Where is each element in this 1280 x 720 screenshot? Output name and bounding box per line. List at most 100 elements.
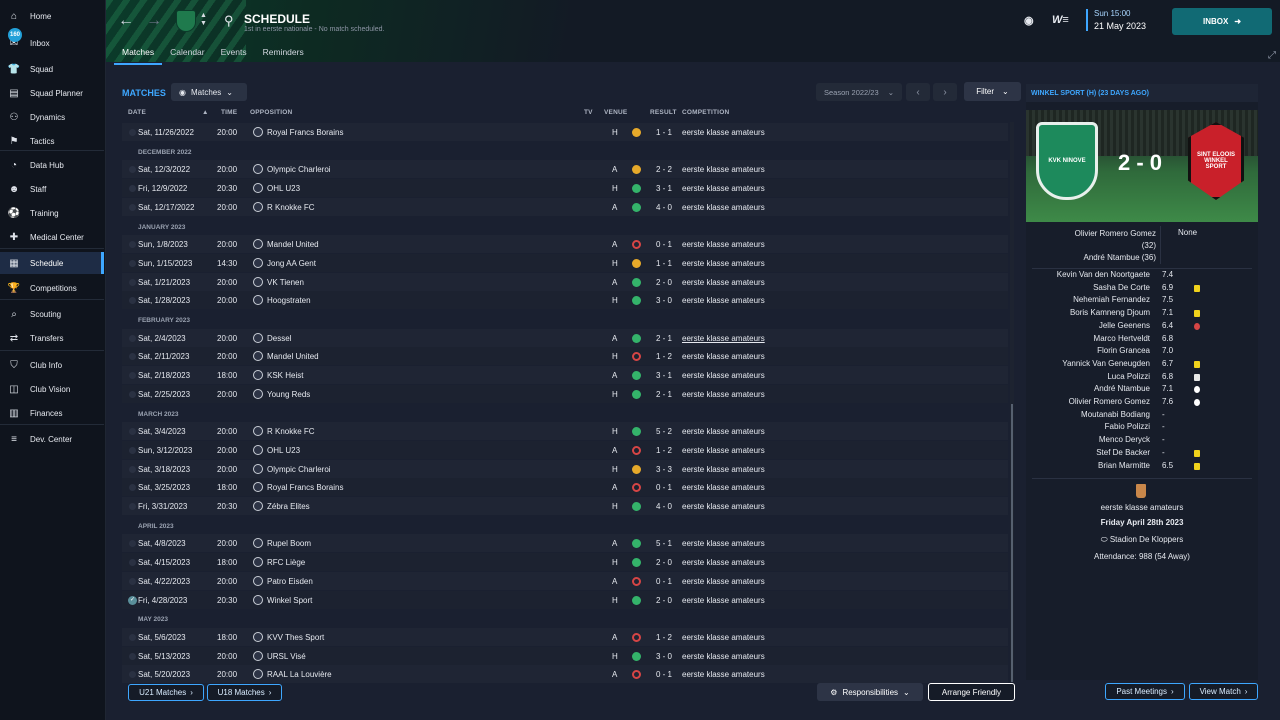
match-competition[interactable]: eerste klasse amateurs xyxy=(682,203,765,212)
opponent-name[interactable]: URSL Visé xyxy=(267,652,306,661)
match-row[interactable]: Sat, 2/18/2023 18:00 KSK Heist A 3 - 1 eerste… xyxy=(122,366,1008,385)
sidebar-item-schedule[interactable]: ▦ Schedule xyxy=(0,252,104,274)
match-row[interactable]: Sat, 1/28/2023 20:00 Hoogstraten H 3 - 0 eers… xyxy=(122,291,1008,310)
prev-season-button[interactable]: ‹ xyxy=(906,83,930,101)
match-competition[interactable]: eerste klasse amateurs xyxy=(682,558,765,567)
sidebar-item-dynamics[interactable]: ⚇ Dynamics xyxy=(0,106,104,128)
sidebar-item-medical-center[interactable]: ✚ Medical Center xyxy=(0,226,104,248)
match-row[interactable]: Fri, 12/9/2022 20:30 OHL U23 H 3 - 1 eerste k… xyxy=(122,179,1008,198)
sidebar-item-transfers[interactable]: ⇄ Transfers xyxy=(0,327,104,349)
competition-name[interactable]: eerste klasse amateurs xyxy=(1026,503,1258,512)
lineup-player[interactable]: Fabio Polizzi - xyxy=(1026,422,1258,434)
club-crest-icon[interactable] xyxy=(176,10,196,32)
match-row[interactable]: Sat, 2/25/2023 20:00 Young Reds H 2 - 1 eerst… xyxy=(122,384,1008,403)
opponent-name[interactable]: KSK Heist xyxy=(267,371,303,380)
opponent-name[interactable]: Jong AA Gent xyxy=(267,259,316,268)
scrollbar-thumb[interactable] xyxy=(1011,404,1013,682)
lineup-player[interactable]: Stef De Backer - xyxy=(1026,448,1258,460)
sidebar-item-home[interactable]: ⌂ Home xyxy=(0,5,104,27)
lineup-player[interactable]: André Ntambue 7.1 xyxy=(1026,384,1258,396)
opponent-name[interactable]: Mandel United xyxy=(267,240,319,249)
match-row[interactable]: Sat, 12/3/2022 20:00 Olympic Charleroi A 2 -… xyxy=(122,160,1008,179)
opponent-name[interactable]: Zébra Elites xyxy=(267,502,310,511)
col-tv[interactable]: TV xyxy=(584,109,593,116)
fm-logo-icon[interactable]: W≡ xyxy=(1052,14,1069,26)
sidebar-item-staff[interactable]: ☻ Staff xyxy=(0,178,104,200)
lineup-player[interactable]: Luca Polizzi 6.8 xyxy=(1026,372,1258,384)
match-competition[interactable]: eerste klasse amateurs xyxy=(682,334,765,343)
lineup-player[interactable]: Yannick Van Geneugden 6.7 xyxy=(1026,359,1258,371)
opponent-name[interactable]: Rupel Boom xyxy=(267,539,311,548)
opponent-name[interactable]: Winkel Sport xyxy=(267,596,312,605)
col-opposition[interactable]: OPPOSITION xyxy=(250,109,292,116)
lineup-player[interactable]: Sasha De Corte 6.9 xyxy=(1026,283,1258,295)
sidebar-item-competitions[interactable]: 🏆 Competitions xyxy=(0,277,104,299)
match-competition[interactable]: eerste klasse amateurs xyxy=(682,652,765,661)
past-meetings-button[interactable]: Past Meetings › xyxy=(1105,683,1185,700)
lineup-player[interactable]: Boris Kamneng Djoum 7.1 xyxy=(1026,308,1258,320)
opponent-name[interactable]: RAAL La Louvière xyxy=(267,670,332,679)
match-competition[interactable]: eerste klasse amateurs xyxy=(682,371,765,380)
sidebar-item-finances[interactable]: ▥ Finances xyxy=(0,402,104,424)
match-row[interactable]: Fri, 3/31/2023 20:30 Zébra Elites H 4 - 0 eer… xyxy=(122,497,1008,515)
opponent-name[interactable]: Patro Eisden xyxy=(267,577,313,586)
match-row[interactable]: Sat, 3/18/2023 20:00 Olympic Charleroi H 3 -… xyxy=(122,459,1008,478)
match-competition[interactable]: eerste klasse amateurs xyxy=(682,633,765,642)
lineup-player[interactable]: Nehemiah Fernandez 7.5 xyxy=(1026,295,1258,307)
match-competition[interactable]: eerste klasse amateurs xyxy=(682,539,765,548)
match-competition[interactable]: eerste klasse amateurs xyxy=(682,670,765,679)
sidebar-item-data-hub[interactable]: ◔ Data Hub xyxy=(0,154,104,176)
sidebar-item-dev-center[interactable]: ≡ Dev. Center xyxy=(0,428,104,450)
match-row[interactable]: Sun, 3/12/2023 20:00 OHL U23 A 1 - 2 eerste k… xyxy=(122,440,1008,459)
tab-reminders[interactable]: Reminders xyxy=(255,44,312,65)
forward-arrow-icon[interactable]: → xyxy=(146,12,162,30)
opponent-name[interactable]: R Knokke FC xyxy=(267,203,315,212)
opponent-name[interactable]: Mandel United xyxy=(267,352,319,361)
opponent-name[interactable]: VK Tienen xyxy=(267,278,304,287)
match-row[interactable]: Sat, 3/4/2023 20:00 R Knokke FC H 5 - 2 eerst… xyxy=(122,422,1008,441)
match-row[interactable]: Sun, 1/8/2023 20:00 Mandel United A 0 - 1 eer… xyxy=(122,235,1008,254)
col-competition[interactable]: COMPETITION xyxy=(682,109,729,116)
opponent-name[interactable]: Olympic Charleroi xyxy=(267,465,331,474)
opponent-name[interactable]: Hoogstraten xyxy=(267,296,311,305)
match-row[interactable]: Sat, 5/20/2023 20:00 RAAL La Louvière A 0 - … xyxy=(122,665,1008,684)
tab-events[interactable]: Events xyxy=(213,44,255,65)
lineup-player[interactable]: Florin Grancea 7.0 xyxy=(1026,346,1258,358)
col-result[interactable]: RESULT xyxy=(650,109,677,116)
opponent-name[interactable]: Olympic Charleroi xyxy=(267,165,331,174)
opponent-name[interactable]: Royal Francs Borains xyxy=(267,483,343,492)
match-competition[interactable]: eerste klasse amateurs xyxy=(682,296,765,305)
opponent-name[interactable]: R Knokke FC xyxy=(267,427,315,436)
match-row[interactable]: Sat, 2/11/2023 20:00 Mandel United H 1 - 2 ee… xyxy=(122,347,1008,366)
match-competition[interactable]: eerste klasse amateurs xyxy=(682,446,765,455)
sidebar-item-inbox[interactable]: ✉ 160 Inbox xyxy=(0,28,104,54)
opponent-name[interactable]: RFC Liège xyxy=(267,558,305,567)
next-season-button[interactable]: › xyxy=(933,83,957,101)
expand-icon[interactable]: ⤢ xyxy=(1268,50,1276,61)
col-venue[interactable]: VENUE xyxy=(604,109,627,116)
match-competition[interactable]: eerste klasse amateurs xyxy=(682,577,765,586)
arrange-friendly-button[interactable]: Arrange Friendly xyxy=(928,683,1015,701)
opponent-name[interactable]: Young Reds xyxy=(267,390,310,399)
inbox-button[interactable]: INBOX ➜ xyxy=(1172,8,1272,35)
match-row[interactable]: Sat, 2/4/2023 20:00 Dessel A 2 - 1 eerste kla… xyxy=(122,328,1008,347)
sidebar-item-club-info[interactable]: ⛉ Club Info xyxy=(0,354,104,376)
lineup-player[interactable]: Menco Deryck - xyxy=(1026,435,1258,447)
lineup-player[interactable]: Marco Hertveldt 6.8 xyxy=(1026,334,1258,346)
opponent-name[interactable]: Royal Francs Borains xyxy=(267,128,343,137)
filter-button[interactable]: Filter ⌄ xyxy=(964,82,1021,101)
match-competition[interactable]: eerste klasse amateurs xyxy=(682,352,765,361)
lineup-player[interactable]: Jelle Geenens 6.4 xyxy=(1026,321,1258,333)
view-dropdown[interactable]: ◉ Matches ⌄ xyxy=(171,83,247,101)
season-dropdown[interactable]: Season 2022/23 ⌄ xyxy=(816,83,902,101)
match-row[interactable]: Sat, 12/17/2022 20:00 R Knokke FC A 4 - 0 eer… xyxy=(122,197,1008,216)
opponent-name[interactable]: KVV Thes Sport xyxy=(267,633,324,642)
lineup-player[interactable]: Brian Marmitte 6.5 xyxy=(1026,461,1258,473)
match-row[interactable]: Sat, 4/8/2023 20:00 Rupel Boom A 5 - 1 eerste… xyxy=(122,534,1008,553)
opponent-name[interactable]: OHL U23 xyxy=(267,446,300,455)
match-row[interactable]: Sat, 4/15/2023 18:00 RFC Liège H 2 - 0 eerste… xyxy=(122,553,1008,572)
lineup-player[interactable]: Moutanabi Bodiang - xyxy=(1026,410,1258,422)
sort-asc-icon[interactable]: ▲ xyxy=(202,109,209,116)
tab-matches[interactable]: Matches xyxy=(114,44,163,65)
match-row[interactable]: Sat, 5/6/2023 18:00 KVV Thes Sport A 1 - 2 ee… xyxy=(122,627,1008,646)
